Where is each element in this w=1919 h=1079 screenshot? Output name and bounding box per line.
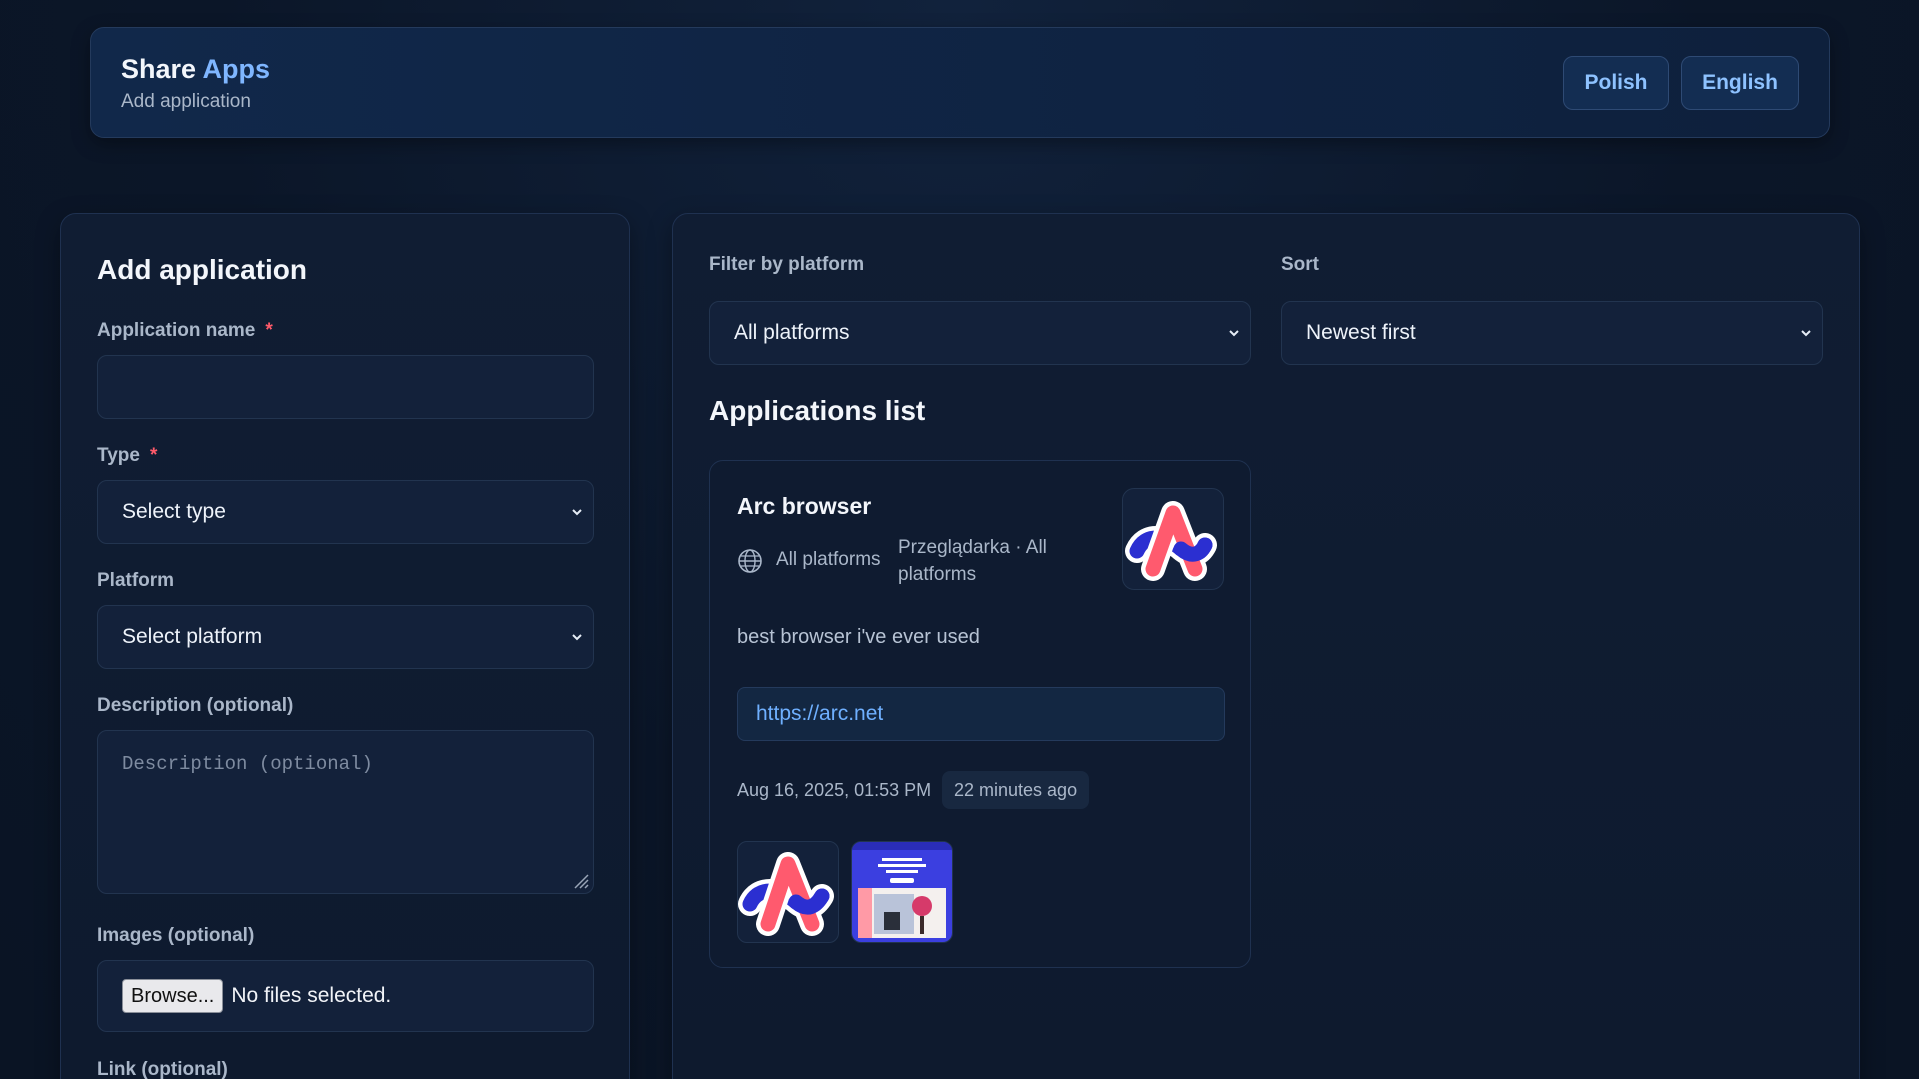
app-date: Aug 16, 2025, 01:53 PM: [737, 780, 932, 800]
type-label-text: Type: [97, 445, 140, 466]
app-description: best browser i've ever used: [737, 626, 980, 648]
browse-button[interactable]: Browse...: [122, 979, 224, 1013]
app-thumbnail-logo[interactable]: [737, 841, 839, 943]
app-link[interactable]: https://arc.net: [737, 687, 1225, 741]
description-label: Description (optional): [97, 695, 294, 716]
filter-platform-select[interactable]: All platforms: [709, 301, 1251, 365]
images-file-input[interactable]: Browse... No files selected.: [97, 960, 594, 1032]
required-mark: *: [149, 445, 158, 466]
brand-part-apps: Apps: [202, 54, 271, 84]
filter-platform-value: All platforms: [734, 321, 850, 344]
app-name-label-text: Application name: [97, 320, 256, 341]
add-application-panel: Add application Application name * Type * …: [60, 213, 630, 1079]
app-logo[interactable]: [1122, 488, 1224, 590]
brand-title: Share Apps: [121, 54, 270, 85]
app-card-title: Arc browser: [737, 493, 872, 519]
arc-logo: [738, 852, 834, 936]
description-placeholder: Description (optional): [122, 753, 373, 775]
app-platform: All platforms: [776, 549, 881, 570]
arc-logo: [1125, 501, 1217, 581]
chevron-down-icon: [572, 634, 582, 641]
sort-label: Sort: [1281, 254, 1319, 275]
description-textarea[interactable]: Description (optional): [97, 730, 594, 894]
language-polish-button[interactable]: Polish: [1563, 56, 1669, 110]
app-type-line: Przeglądarka · All platforms: [898, 537, 1047, 585]
resize-grip-icon[interactable]: [571, 871, 589, 889]
website-screenshot-thumbnail: [852, 842, 952, 942]
brand-part-share: Share: [121, 54, 197, 84]
app-thumbnail-screenshot[interactable]: [851, 841, 953, 943]
type-label: Type *: [97, 445, 157, 467]
chevron-down-icon: [1229, 330, 1239, 337]
language-english-button[interactable]: English: [1681, 56, 1799, 110]
app-header: Share Apps Add application Polish Englis…: [90, 27, 1830, 138]
globe-icon: [738, 549, 762, 573]
chevron-down-icon: [1801, 330, 1811, 337]
type-select[interactable]: Select type: [97, 480, 594, 544]
relative-time-badge: 22 minutes ago: [942, 771, 1090, 809]
page-subtitle: Add application: [121, 91, 251, 112]
images-label: Images (optional): [97, 925, 255, 946]
type-select-value: Select type: [122, 500, 226, 523]
required-mark: *: [265, 320, 273, 341]
file-status: No files selected.: [231, 984, 392, 1007]
link-label: Link (optional): [97, 1059, 228, 1079]
applications-list-title: Applications list: [709, 395, 926, 426]
applications-panel: Filter by platform All platforms Sort Ne…: [672, 213, 1860, 1079]
platform-select[interactable]: Select platform: [97, 605, 594, 669]
sort-value: Newest first: [1306, 321, 1416, 344]
form-title: Add application: [97, 254, 307, 285]
chevron-down-icon: [572, 509, 582, 516]
app-name-label: Application name *: [97, 320, 273, 342]
sort-select[interactable]: Newest first: [1281, 301, 1823, 365]
filter-platform-label: Filter by platform: [709, 254, 865, 275]
app-card: Arc browser All platforms Przeglądarka ·…: [709, 460, 1251, 968]
app-name-input[interactable]: [97, 355, 594, 419]
platform-label: Platform: [97, 570, 175, 591]
platform-select-value: Select platform: [122, 625, 263, 648]
